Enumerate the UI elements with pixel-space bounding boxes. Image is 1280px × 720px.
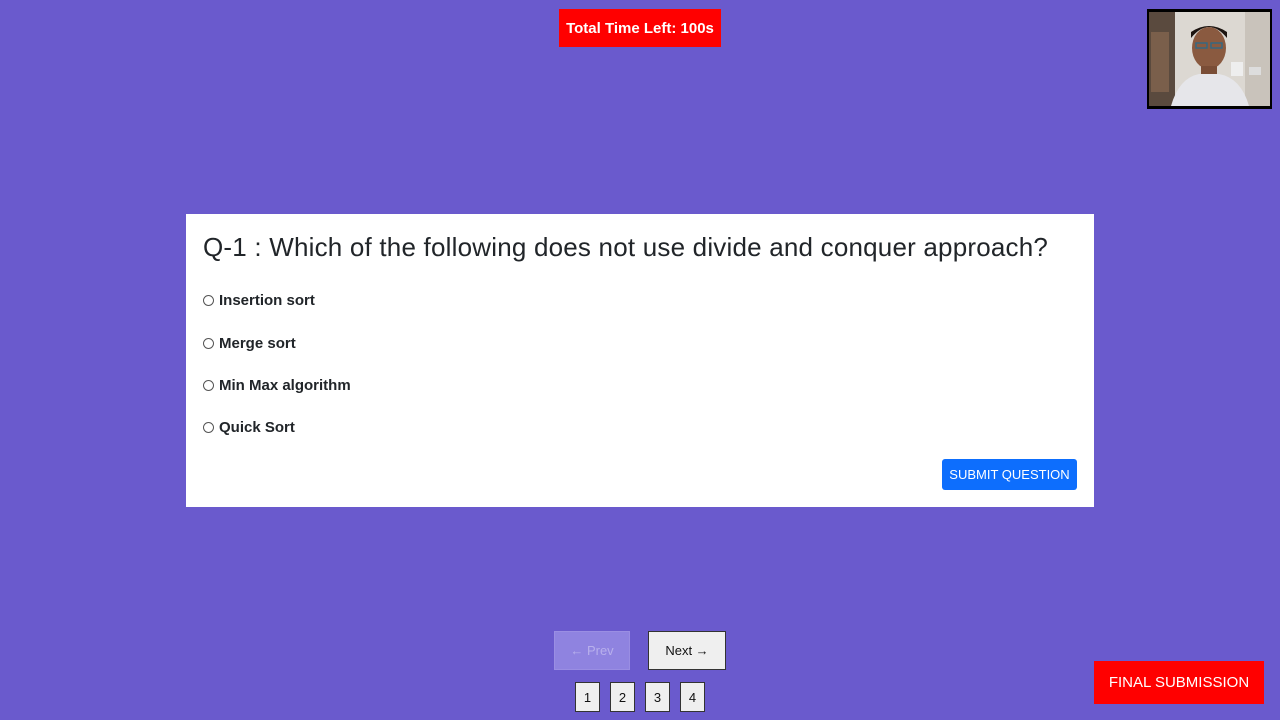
time-left-badge: Total Time Left: 100s	[559, 9, 721, 47]
option-merge-sort[interactable]: Merge sort	[203, 332, 296, 354]
option-label: Merge sort	[219, 334, 296, 352]
option-insertion-sort[interactable]: Insertion sort	[203, 289, 315, 311]
question-text: Q-1 : Which of the following does not us…	[203, 232, 1049, 262]
option-min-max-algorithm[interactable]: Min Max algorithm	[203, 374, 351, 396]
webcam-image	[1149, 12, 1270, 106]
submit-question-button[interactable]: SUBMIT QUESTION	[942, 459, 1077, 490]
option-label: Insertion sort	[219, 291, 315, 309]
option-label: Quick Sort	[219, 418, 295, 436]
radio-button[interactable]	[203, 421, 214, 433]
quiz-page: Total Time Left: 100s Q-1 : Which of the…	[0, 0, 1280, 720]
radio-button[interactable]	[203, 294, 214, 306]
option-label: Min Max algorithm	[219, 376, 351, 394]
time-left-text: Total Time Left: 100s	[566, 19, 714, 37]
radio-button[interactable]	[203, 379, 214, 391]
page-button-4[interactable]: 4	[680, 682, 705, 712]
next-button[interactable]: Next →	[648, 631, 726, 670]
page-button-1[interactable]: 1	[575, 682, 600, 712]
final-submission-button[interactable]: FINAL SUBMISSION	[1094, 661, 1264, 704]
page-button-3[interactable]: 3	[645, 682, 670, 712]
question-card: Q-1 : Which of the following does not us…	[186, 214, 1094, 507]
option-quick-sort[interactable]: Quick Sort	[203, 416, 295, 438]
webcam-preview	[1147, 9, 1272, 109]
page-button-2[interactable]: 2	[610, 682, 635, 712]
radio-button[interactable]	[203, 337, 214, 349]
prev-button[interactable]: ← Prev	[554, 631, 630, 670]
